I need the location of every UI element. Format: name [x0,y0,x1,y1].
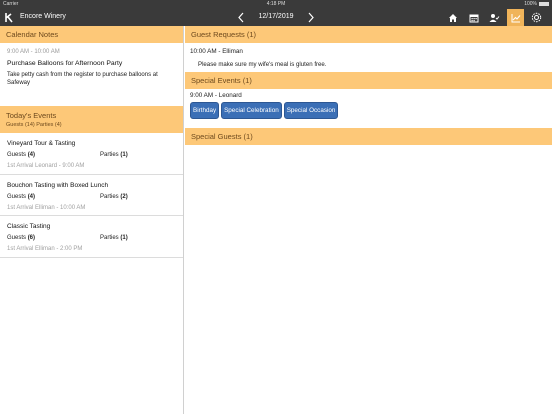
current-date[interactable]: 12/17/2019 [253,13,299,20]
event-item-bouchon-tasting[interactable]: Bouchon Tasting with Boxed Lunch Guests … [0,175,183,216]
special-event-tags: Birthday Special Celebration Special Occ… [190,102,339,119]
note-body: Take petty cash from the register to pur… [7,72,158,86]
app-title: Encore Winery [20,13,66,20]
battery-percent: 100% [524,1,537,7]
event-guests: Guests (4) [7,152,36,158]
previous-day-button[interactable] [235,11,247,24]
special-event-time: 9:00 AM - Leonard [190,92,242,99]
calendar-note[interactable]: 9:00 AM - 10:00 AM Purchase Balloons for… [0,43,183,87]
todays-events-summary: Guests (14) Parties (4) [6,122,62,128]
battery-indicator: 100% [524,1,549,7]
guest-request-item[interactable]: 10:00 AM - Elliman Please make sure my w… [185,43,552,72]
event-first-arrival: 1st Arrival Elliman - 10:00 AM [7,204,86,211]
calendar-icon[interactable] [465,9,482,26]
note-title: Purchase Balloons for Afternoon Party [7,60,123,67]
event-name: Bouchon Tasting with Boxed Lunch [7,181,109,189]
request-text: Please make sure my wife's meal is glute… [198,61,327,68]
special-guests-header[interactable]: Special Guests (1) [185,128,552,145]
status-time: 4:18 PM [266,1,286,7]
event-item-vineyard-tour[interactable]: Vineyard Tour & Tasting Guests (4) Parti… [0,133,183,175]
tag-special-occasion[interactable]: Special Occasion [283,102,339,119]
tag-special-celebration[interactable]: Special Celebration [221,102,282,119]
calendar-notes-header: Calendar Notes [0,26,183,43]
nav-bar: Encore Winery 12/17/2019 [0,9,552,26]
guest-requests-header[interactable]: Guest Requests (1) [185,26,552,43]
event-parties: Parties (1) [100,152,128,158]
note-time: 9:00 AM - 10:00 AM [7,49,60,55]
todays-events-title: Today's Events [6,111,57,120]
home-icon[interactable] [444,9,461,26]
event-item-classic-tasting[interactable]: Classic Tasting Guests (6) Parties (1) 1… [0,216,183,258]
event-name: Vineyard Tour & Tasting [7,140,76,147]
event-guests: Guests (6) [7,235,36,241]
next-day-button[interactable] [305,11,317,24]
event-name: Classic Tasting [7,223,51,230]
request-time: 10:00 AM - Elliman [190,48,243,55]
chart-icon[interactable] [507,9,524,26]
event-parties: Parties (2) [100,193,128,200]
user-check-icon[interactable] [486,9,503,26]
event-first-arrival: 1st Arrival Elliman - 2:00 PM [7,246,83,252]
tag-birthday[interactable]: Birthday [190,102,220,119]
special-event-item: 9:00 AM - Leonard Birthday Special Celeb… [185,89,552,128]
settings-icon[interactable] [528,9,545,26]
battery-icon [539,2,549,6]
event-guests: Guests (4) [7,193,36,200]
event-first-arrival: 1st Arrival Leonard - 9:00 AM [7,163,85,169]
event-parties: Parties (1) [100,235,128,241]
status-bar: Carrier 4:18 PM 100% [0,0,552,9]
right-pane: Guest Requests (1) 10:00 AM - Elliman Pl… [185,26,552,414]
special-events-header[interactable]: Special Events (1) [185,72,552,89]
todays-events-header: Today's Events Guests (14) Parties (4) [0,106,183,133]
left-pane: Calendar Notes 9:00 AM - 10:00 AM Purcha… [0,26,184,414]
app-logo-icon [5,13,13,23]
